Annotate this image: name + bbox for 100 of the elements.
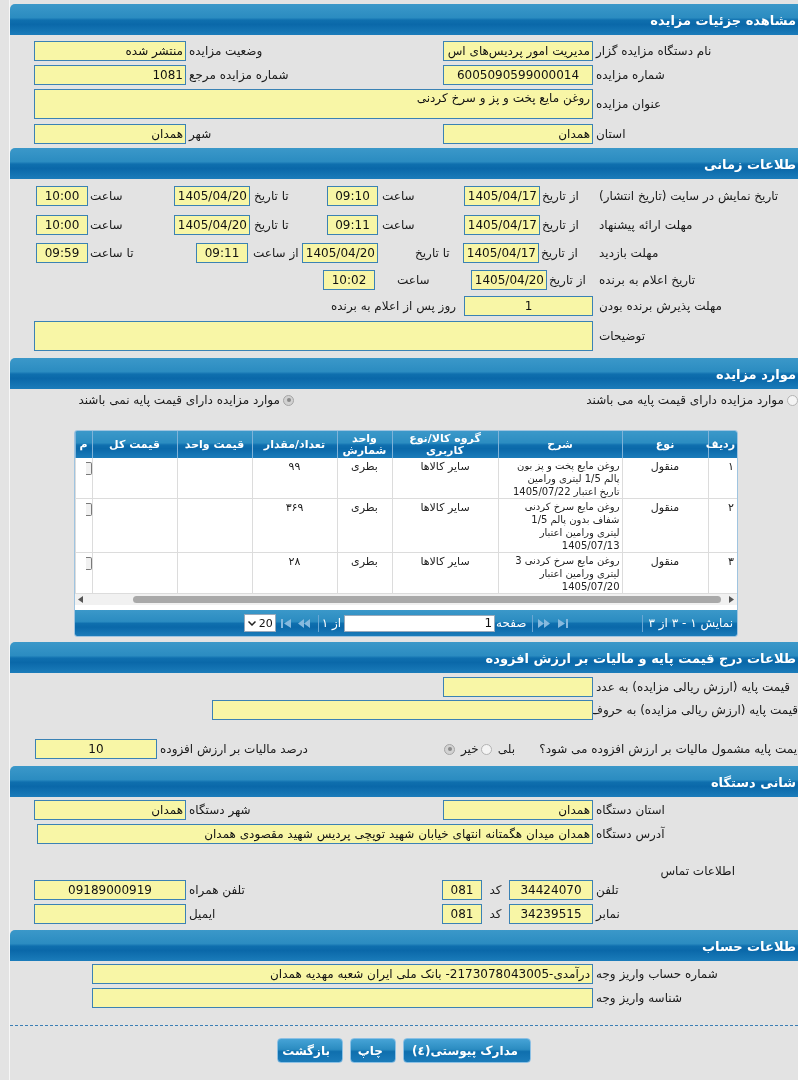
next-page-icon[interactable]: [297, 618, 310, 628]
time-field[interactable]: 09:11: [327, 215, 378, 235]
field-label: مهلت پذیرش برنده بودن: [598, 299, 723, 313]
column-header: واحد شمارش: [337, 431, 392, 458]
scroll-left-icon[interactable]: [78, 596, 83, 603]
date-field[interactable]: 1405/04/20: [174, 215, 250, 235]
text-field[interactable]: همدان: [34, 124, 186, 144]
text-field[interactable]: 081: [442, 904, 482, 924]
previous-page-icon[interactable]: [537, 618, 550, 628]
table-cell: روغن مایع سرخ کردنی شفاف بدون پالم 1/5 لیتری ورامین اعتبار 1405/07/13: [498, 498, 622, 553]
text-field[interactable]: همدان: [443, 124, 593, 144]
print-button[interactable]: چاپ: [350, 1038, 396, 1063]
date-field[interactable]: 1405/04/17: [464, 186, 540, 206]
field-label: تاریخ نمایش در سایت (تاریخ انتشار): [598, 189, 780, 203]
page-input[interactable]: 1: [344, 614, 496, 632]
text-field[interactable]: 34239515: [509, 904, 593, 924]
table-cell: منقول: [622, 552, 708, 594]
field-label: تا تاریخ: [253, 218, 290, 232]
page-size-select[interactable]: 20: [243, 614, 276, 632]
text-field[interactable]: 09189000919: [34, 880, 186, 900]
time-field[interactable]: 09:59: [36, 243, 88, 263]
attachments-button[interactable]: مدارک پیوستی(٤): [403, 1038, 531, 1063]
table-cell: بطری: [337, 498, 392, 553]
table-cell: بطری: [337, 552, 392, 594]
page-count: از ۱: [321, 616, 342, 630]
field-label: تاریخ اعلام به برنده: [598, 273, 697, 287]
text-field[interactable]: 1081: [34, 65, 186, 85]
table-cell: ۹۹: [252, 458, 337, 499]
last-page-icon[interactable]: [280, 618, 291, 628]
text-field[interactable]: منتشر شده: [34, 41, 186, 61]
field-label: ایمیل: [188, 907, 217, 921]
text-field[interactable]: همدان: [443, 800, 593, 820]
text-field[interactable]: همدان میدان هگمتانه انتهای خیابان شهید توپچی پردیس شهید مقصودی همدان: [37, 824, 593, 844]
text-area[interactable]: [34, 321, 593, 351]
date-field[interactable]: 1405/04/20: [471, 270, 547, 290]
section-subtitle: اطلاعات تماس: [660, 864, 735, 878]
date-field[interactable]: 1405/04/20: [302, 243, 378, 263]
section-header: مشاهده جزئیات مزایده: [10, 4, 798, 35]
text-field[interactable]: [34, 904, 186, 924]
field-label: استان: [595, 127, 627, 141]
table-cell: سایر کالاها: [392, 498, 498, 553]
field-label: نمابر: [594, 907, 621, 921]
radio-label: موارد مزایده دارای قیمت پایه می باشند: [586, 393, 784, 407]
row-action-button[interactable]: [85, 503, 92, 516]
field-label: تلفن همراه: [188, 883, 246, 897]
text-field[interactable]: [92, 988, 593, 1008]
text-field[interactable]: 34424070: [509, 880, 593, 900]
section-header: طلاعات درج قیمت پایه و مالیات بر ارزش افزوده: [10, 642, 798, 673]
section-header: موارد مزایده: [10, 358, 798, 389]
field-label: درصد مالیات بر ارزش افزوده: [159, 742, 309, 756]
column-header: گروه کالا/نوع کاربری: [392, 431, 498, 458]
date-field[interactable]: 1405/04/17: [463, 243, 539, 263]
text-field[interactable]: مدیریت امور پردیس‌های اس: [443, 41, 593, 61]
field-label: استان دستگاه: [595, 803, 666, 817]
date-field[interactable]: 1405/04/17: [464, 215, 540, 235]
table-cell: ۲: [708, 498, 737, 553]
number-field[interactable]: 10: [35, 739, 157, 759]
field-label: از تاریخ: [540, 246, 579, 260]
time-field[interactable]: 10:00: [36, 215, 88, 235]
text-field[interactable]: همدان: [34, 800, 186, 820]
field-label: از تاریخ: [541, 218, 580, 232]
time-field[interactable]: 09:10: [327, 186, 378, 206]
row-action-button[interactable]: [85, 462, 92, 475]
field-label: از تاریخ: [548, 273, 587, 287]
radio-button[interactable]: [787, 394, 798, 406]
page-label: صفحه: [496, 616, 527, 630]
time-field[interactable]: 10:00: [36, 186, 88, 206]
table-cell: ۲۸: [252, 552, 337, 594]
text-field[interactable]: 081: [442, 880, 482, 900]
date-field[interactable]: 1405/04/20: [174, 186, 250, 206]
field-label: یمت پایه مشمول مالیات بر ارزش افزوده می شود؟: [538, 742, 798, 756]
table-cell: بطری: [337, 458, 392, 499]
first-page-icon[interactable]: [557, 618, 568, 628]
field-label: کد: [488, 907, 503, 921]
table-cell: سایر کالاها: [392, 458, 498, 499]
radio-button[interactable]: [283, 394, 294, 406]
table-cell: ۳۶۹: [252, 498, 337, 553]
radio-button[interactable]: [444, 743, 455, 755]
horizontal-scrollbar[interactable]: [75, 594, 737, 605]
number-field[interactable]: 1: [464, 296, 593, 316]
text-area[interactable]: روغن مایع پخت و پز و سرخ کردنی: [34, 89, 593, 119]
field-label: مهلت ارائه پیشنهاد: [598, 218, 694, 232]
field-label: شهر: [187, 127, 213, 141]
field-label: شماره مزایده مرجع: [188, 68, 290, 82]
text-field[interactable]: [212, 700, 593, 720]
time-field[interactable]: 09:11: [196, 243, 248, 263]
table-cell: ۳: [708, 552, 737, 594]
field-label: از ساعت: [252, 246, 300, 260]
time-field[interactable]: 10:02: [323, 270, 375, 290]
text-field[interactable]: [443, 677, 593, 697]
row-action-button[interactable]: [85, 557, 92, 570]
table-cell: ۱: [708, 458, 737, 499]
text-field[interactable]: 6005090599000014: [443, 65, 593, 85]
text-field[interactable]: درآمدی-2173078043005- بانک ملی ایران شعبه مهدیه همدان: [92, 964, 593, 984]
scroll-right-icon[interactable]: [729, 596, 734, 603]
radio-button[interactable]: [480, 743, 492, 755]
scrollbar-thumb[interactable]: [133, 596, 721, 603]
back-button[interactable]: بازگشت: [277, 1038, 343, 1063]
field-label: توضیحات: [598, 329, 647, 343]
field-label: از تاریخ: [541, 189, 580, 203]
